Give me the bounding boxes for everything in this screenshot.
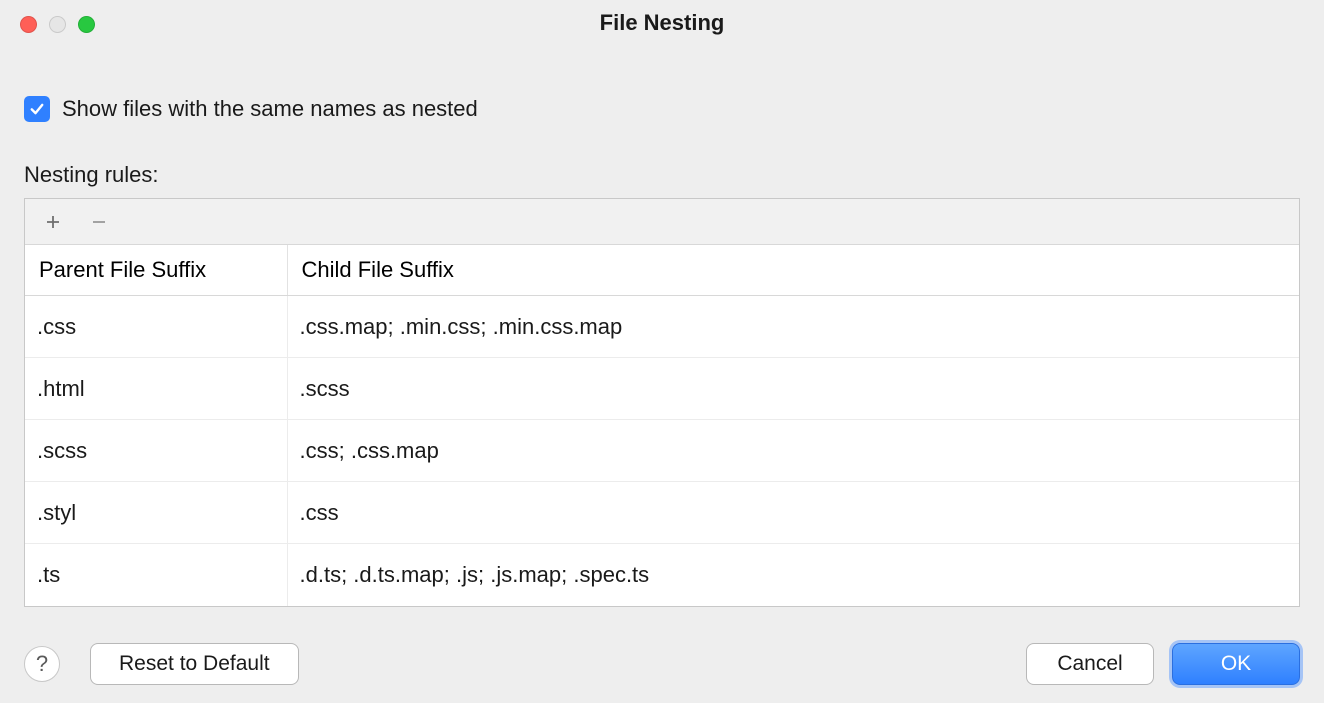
close-window-button[interactable]	[20, 16, 37, 33]
rules-table-panel: Parent File Suffix Child File Suffix .cs…	[24, 198, 1300, 607]
ok-button[interactable]: OK	[1172, 643, 1300, 685]
rule-parent-cell[interactable]: .css	[25, 296, 287, 358]
show-nested-checkbox[interactable]	[24, 96, 50, 122]
table-row[interactable]: .styl.css	[25, 482, 1299, 544]
content: Show files with the same names as nested…	[0, 46, 1324, 607]
rule-parent-cell[interactable]: .scss	[25, 420, 287, 482]
rule-parent-cell[interactable]: .ts	[25, 544, 287, 606]
table-row[interactable]: .scss.css; .css.map	[25, 420, 1299, 482]
reset-to-default-button[interactable]: Reset to Default	[90, 643, 299, 685]
col-child-suffix[interactable]: Child File Suffix	[287, 245, 1299, 296]
plus-icon	[44, 213, 62, 231]
show-nested-label: Show files with the same names as nested	[62, 96, 478, 122]
rule-child-cell[interactable]: .scss	[287, 358, 1299, 420]
add-rule-button[interactable]	[39, 208, 67, 236]
rule-child-cell[interactable]: .d.ts; .d.ts.map; .js; .js.map; .spec.ts	[287, 544, 1299, 606]
window-title: File Nesting	[0, 10, 1324, 36]
rule-child-cell[interactable]: .css; .css.map	[287, 420, 1299, 482]
rule-child-cell[interactable]: .css	[287, 482, 1299, 544]
rules-table[interactable]: Parent File Suffix Child File Suffix .cs…	[25, 245, 1299, 606]
cancel-label: Cancel	[1057, 652, 1122, 676]
titlebar: File Nesting	[0, 0, 1324, 46]
nesting-rules-label: Nesting rules:	[24, 162, 1300, 188]
rules-toolbar	[25, 199, 1299, 245]
zoom-window-button[interactable]	[78, 16, 95, 33]
traffic-lights	[20, 16, 95, 33]
table-row[interactable]: .ts.d.ts; .d.ts.map; .js; .js.map; .spec…	[25, 544, 1299, 606]
checkmark-icon	[28, 100, 46, 118]
rule-child-cell[interactable]: .css.map; .min.css; .min.css.map	[287, 296, 1299, 358]
col-parent-suffix[interactable]: Parent File Suffix	[25, 245, 287, 296]
question-icon: ?	[36, 651, 48, 677]
minimize-window-button[interactable]	[49, 16, 66, 33]
table-row[interactable]: .css.css.map; .min.css; .min.css.map	[25, 296, 1299, 358]
table-header-row: Parent File Suffix Child File Suffix	[25, 245, 1299, 296]
dialog-window: File Nesting Show files with the same na…	[0, 0, 1324, 703]
table-row[interactable]: .html.scss	[25, 358, 1299, 420]
minus-icon	[90, 213, 108, 231]
cancel-button[interactable]: Cancel	[1026, 643, 1154, 685]
rule-parent-cell[interactable]: .html	[25, 358, 287, 420]
button-bar: ? Reset to Default Cancel OK	[0, 625, 1324, 703]
help-button[interactable]: ?	[24, 646, 60, 682]
remove-rule-button[interactable]	[85, 208, 113, 236]
reset-label: Reset to Default	[119, 652, 270, 676]
rule-parent-cell[interactable]: .styl	[25, 482, 287, 544]
show-nested-checkbox-row: Show files with the same names as nested	[24, 96, 1300, 122]
ok-label: OK	[1221, 652, 1251, 676]
